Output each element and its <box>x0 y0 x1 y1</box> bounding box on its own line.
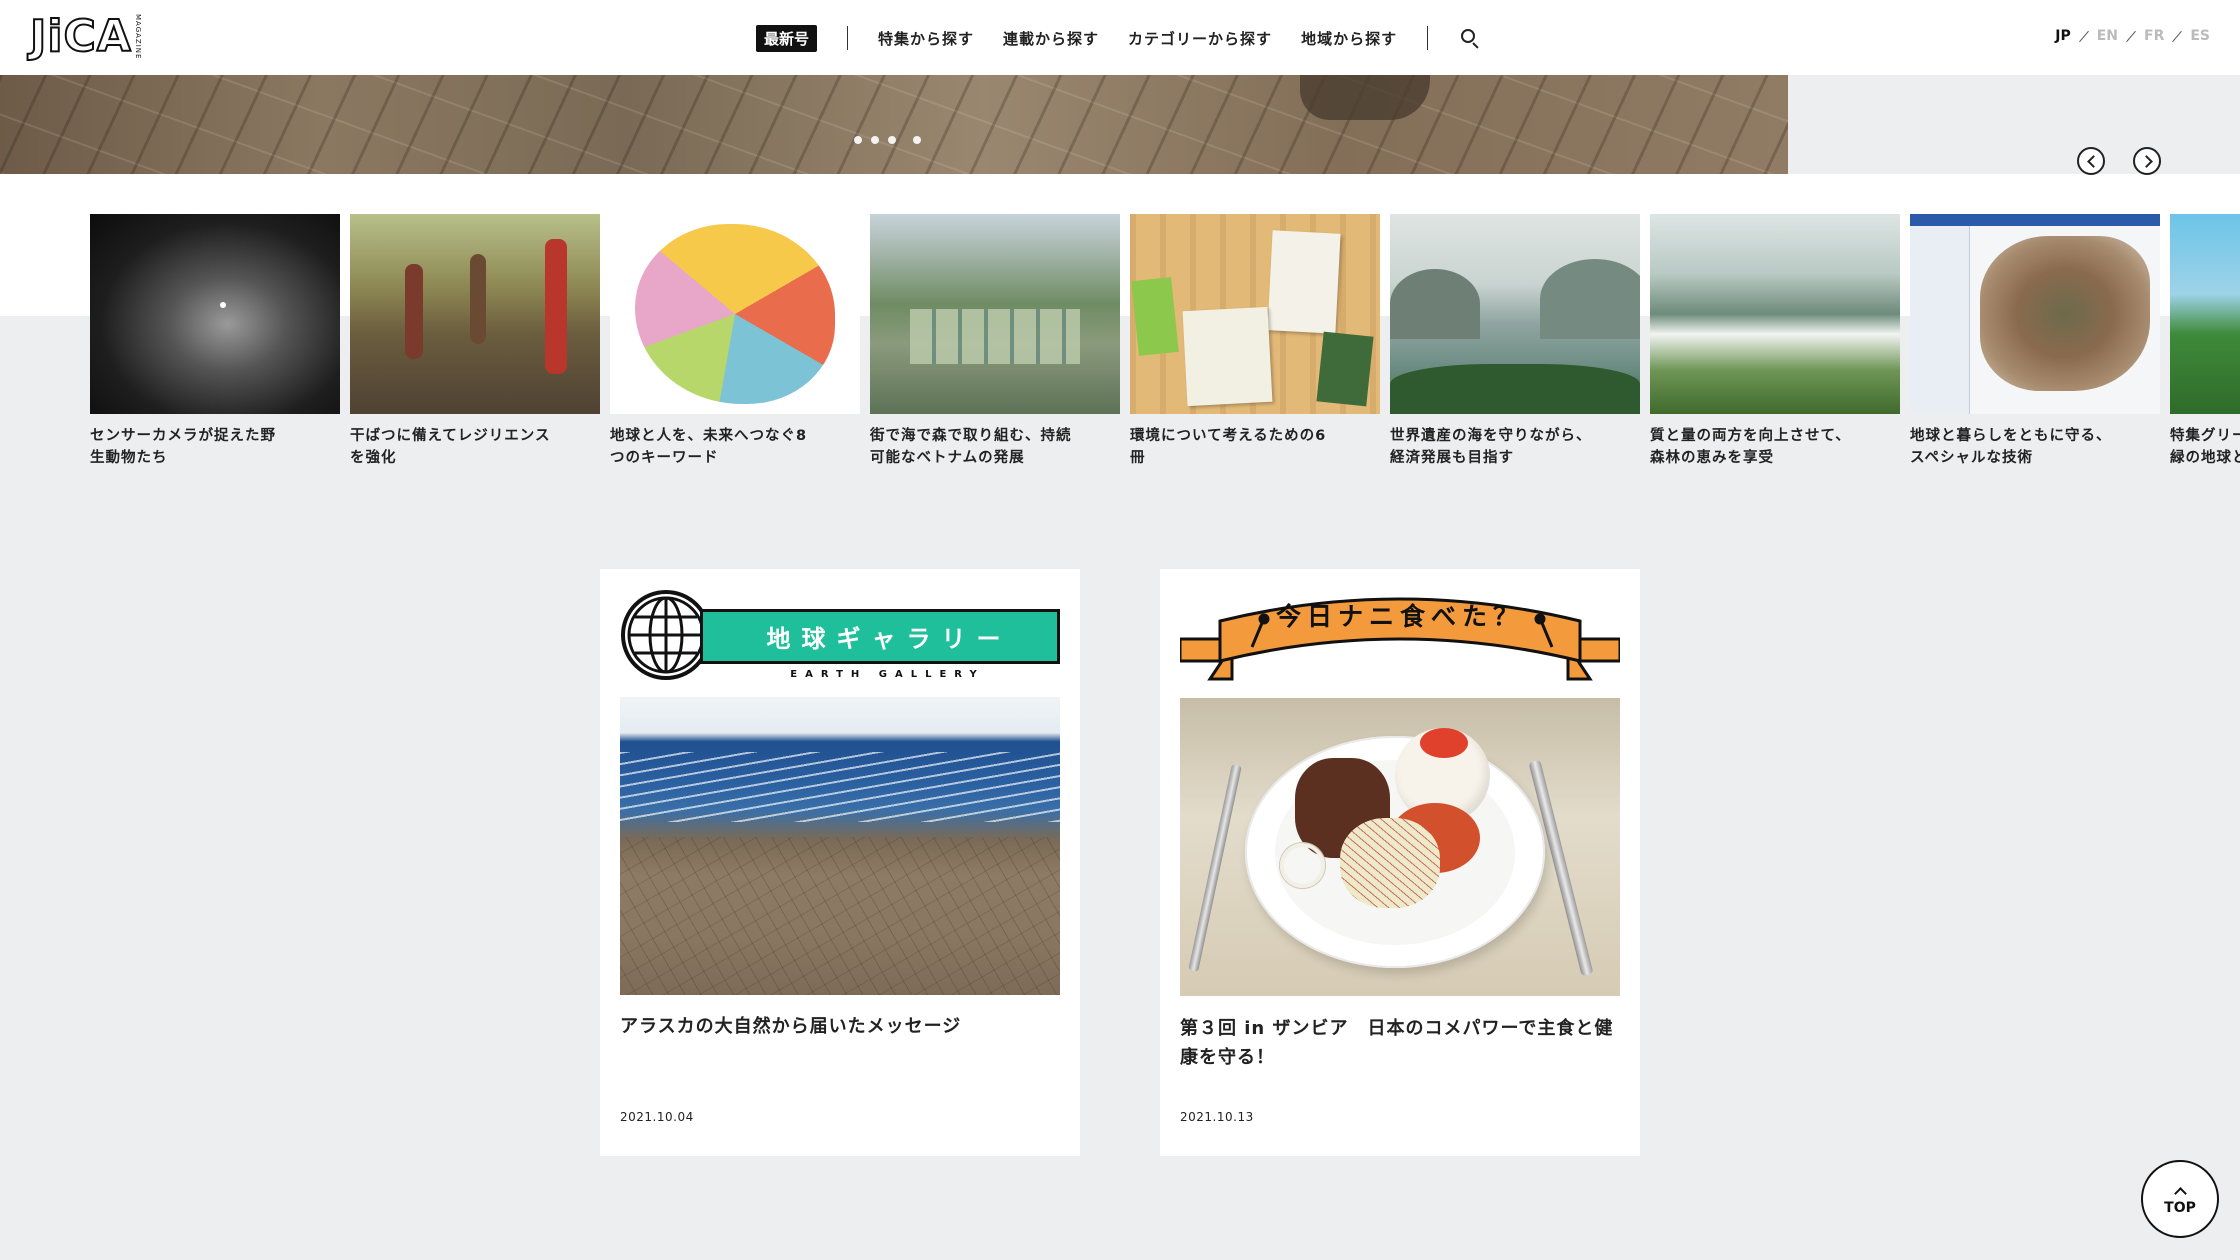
lang-separator <box>2126 30 2136 42</box>
slider-dot[interactable] <box>854 136 862 144</box>
carousel-item-image <box>350 214 600 414</box>
carousel-item-title: 干ばつに備えてレジリエンス を強化 <box>350 428 551 466</box>
carousel-item-image <box>1910 214 2160 414</box>
carousel-item-image <box>610 214 860 414</box>
article-card[interactable]: 地球ギャラリー EARTH GALLERY アラスカの大自然から届いたメッセージ… <box>600 569 1080 1156</box>
site-header: JiCA MAGAZINE 最新号 特集から探す 連載から探す カテゴリーから探… <box>0 0 2240 75</box>
slider-dot[interactable] <box>871 136 879 144</box>
series-banner-food: 今日ナニ食べた？ <box>1180 589 1620 684</box>
carousel-item-image <box>1130 214 1380 414</box>
carousel-item[interactable]: 地球と暮らしをともに守る、 スペシャルな技術 <box>1910 214 2160 469</box>
article-carousel: センサーカメラが捉えた野 生動物たち 干ばつに備えてレジリエンス を強化 地球と人を… <box>90 214 2240 474</box>
nav-divider <box>847 26 849 50</box>
slider-dot[interactable] <box>913 136 921 144</box>
back-to-top-label: TOP <box>2164 1199 2196 1216</box>
card-title: 第３回 in ザンビア 日本のコメパワーで主食と健 康を守る！ <box>1180 1018 1614 1068</box>
nav-divider <box>1427 26 1429 50</box>
logo-subtitle: MAGAZINE <box>133 14 142 60</box>
carousel-prev-button[interactable] <box>2077 147 2105 175</box>
carousel-item-image <box>1390 214 1640 414</box>
carousel-item[interactable]: 質と量の両方を向上させて、 森林の恵みを享受 <box>1650 214 1900 469</box>
series-title: 地球ギャラリー <box>766 625 1012 653</box>
nav-latest-issue[interactable]: 最新号 <box>756 24 818 52</box>
hero-image-detail <box>1300 75 1430 120</box>
search-icon[interactable] <box>1459 27 1481 49</box>
carousel-item-title: 質と量の両方を向上させて、 森林の恵みを享受 <box>1650 428 1851 466</box>
carousel-item[interactable]: 街で海で森で取り組む、持続 可能なベトナムの発展 <box>870 214 1120 469</box>
carousel-item-title: 地球と暮らしをともに守る、 スペシャルな技術 <box>1910 428 2112 466</box>
carousel-item-image <box>90 214 340 414</box>
site-logo[interactable]: JiCA MAGAZINE <box>29 11 142 62</box>
carousel-next-button[interactable] <box>2133 147 2161 175</box>
series-subtitle: EARTH GALLERY <box>790 669 985 680</box>
carousel-item[interactable]: 干ばつに備えてレジリエンス を強化 <box>350 214 600 469</box>
carousel-item-image <box>870 214 1120 414</box>
chevron-right-icon <box>2140 155 2153 168</box>
series-title-bar: 地球ギャラリー <box>700 609 1060 664</box>
carousel-item[interactable]: 特集グリー 緑の地球と <box>2170 214 2240 469</box>
carousel-item-title: 世界遺産の海を守りながら、 経済発展も目指す <box>1390 428 1592 466</box>
carousel-item-title: 特集グリー 緑の地球と <box>2170 428 2240 466</box>
card-date: 2021.10.13 <box>1180 1110 1254 1124</box>
main-nav: 最新号 特集から探す 連載から探す カテゴリーから探す 地域から探す <box>756 24 1481 52</box>
carousel-item[interactable]: 環境について考えるための6 冊 <box>1130 214 1380 469</box>
carousel-item-title: 地球と人を、未来へつなぐ8 つのキーワード <box>610 428 808 466</box>
carousel-item-title: センサーカメラが捉えた野 生動物たち <box>90 428 276 466</box>
back-to-top-button[interactable]: TOP <box>2141 1160 2219 1238</box>
carousel-item[interactable]: センサーカメラが捉えた野 生動物たち <box>90 214 340 469</box>
carousel-item-title: 環境について考えるための6 冊 <box>1130 428 1327 466</box>
language-switcher: JP EN FR ES <box>2055 28 2210 44</box>
series-title: 今日ナニ食べた？ <box>1275 602 1524 631</box>
carousel-item-title: 街で海で森で取り組む、持続 可能なベトナムの発展 <box>870 428 1072 466</box>
chevron-left-icon <box>2087 155 2100 168</box>
lang-fr[interactable]: FR <box>2144 28 2164 44</box>
nav-item-regions[interactable]: 地域から探す <box>1301 28 1397 49</box>
carousel-item-image <box>1650 214 1900 414</box>
lang-es[interactable]: ES <box>2190 28 2210 44</box>
nav-item-features[interactable]: 特集から探す <box>878 28 974 49</box>
logo-text: JiCA <box>29 11 132 62</box>
nav-item-series[interactable]: 連載から探す <box>1003 28 1099 49</box>
slider-dots <box>854 136 921 144</box>
nav-item-categories[interactable]: カテゴリーから探す <box>1128 28 1272 49</box>
carousel-item[interactable]: 地球と人を、未来へつなぐ8 つのキーワード <box>610 214 860 469</box>
card-image <box>1180 698 1620 996</box>
lang-separator <box>2078 30 2089 42</box>
article-card[interactable]: 今日ナニ食べた？ 第３回 in ザンビア 日本のコメパワーで主食と健 康を守る！ … <box>1160 569 1640 1156</box>
lang-en[interactable]: EN <box>2097 28 2118 44</box>
carousel-item-image <box>2170 214 2240 414</box>
slider-dot[interactable] <box>888 136 896 144</box>
carousel-item[interactable]: 世界遺産の海を守りながら、 経済発展も目指す <box>1390 214 1640 469</box>
lang-separator <box>2172 30 2183 42</box>
globe-icon <box>621 590 711 680</box>
card-date: 2021.10.04 <box>620 1110 694 1124</box>
card-title: アラスカの大自然から届いたメッセージ <box>620 1016 962 1037</box>
card-image <box>620 697 1060 995</box>
hero-slider[interactable] <box>0 75 1788 174</box>
chevron-up-icon <box>2173 1186 2187 1200</box>
series-banner-earth-gallery: 地球ギャラリー EARTH GALLERY <box>620 589 1060 684</box>
lang-jp[interactable]: JP <box>2055 28 2070 44</box>
